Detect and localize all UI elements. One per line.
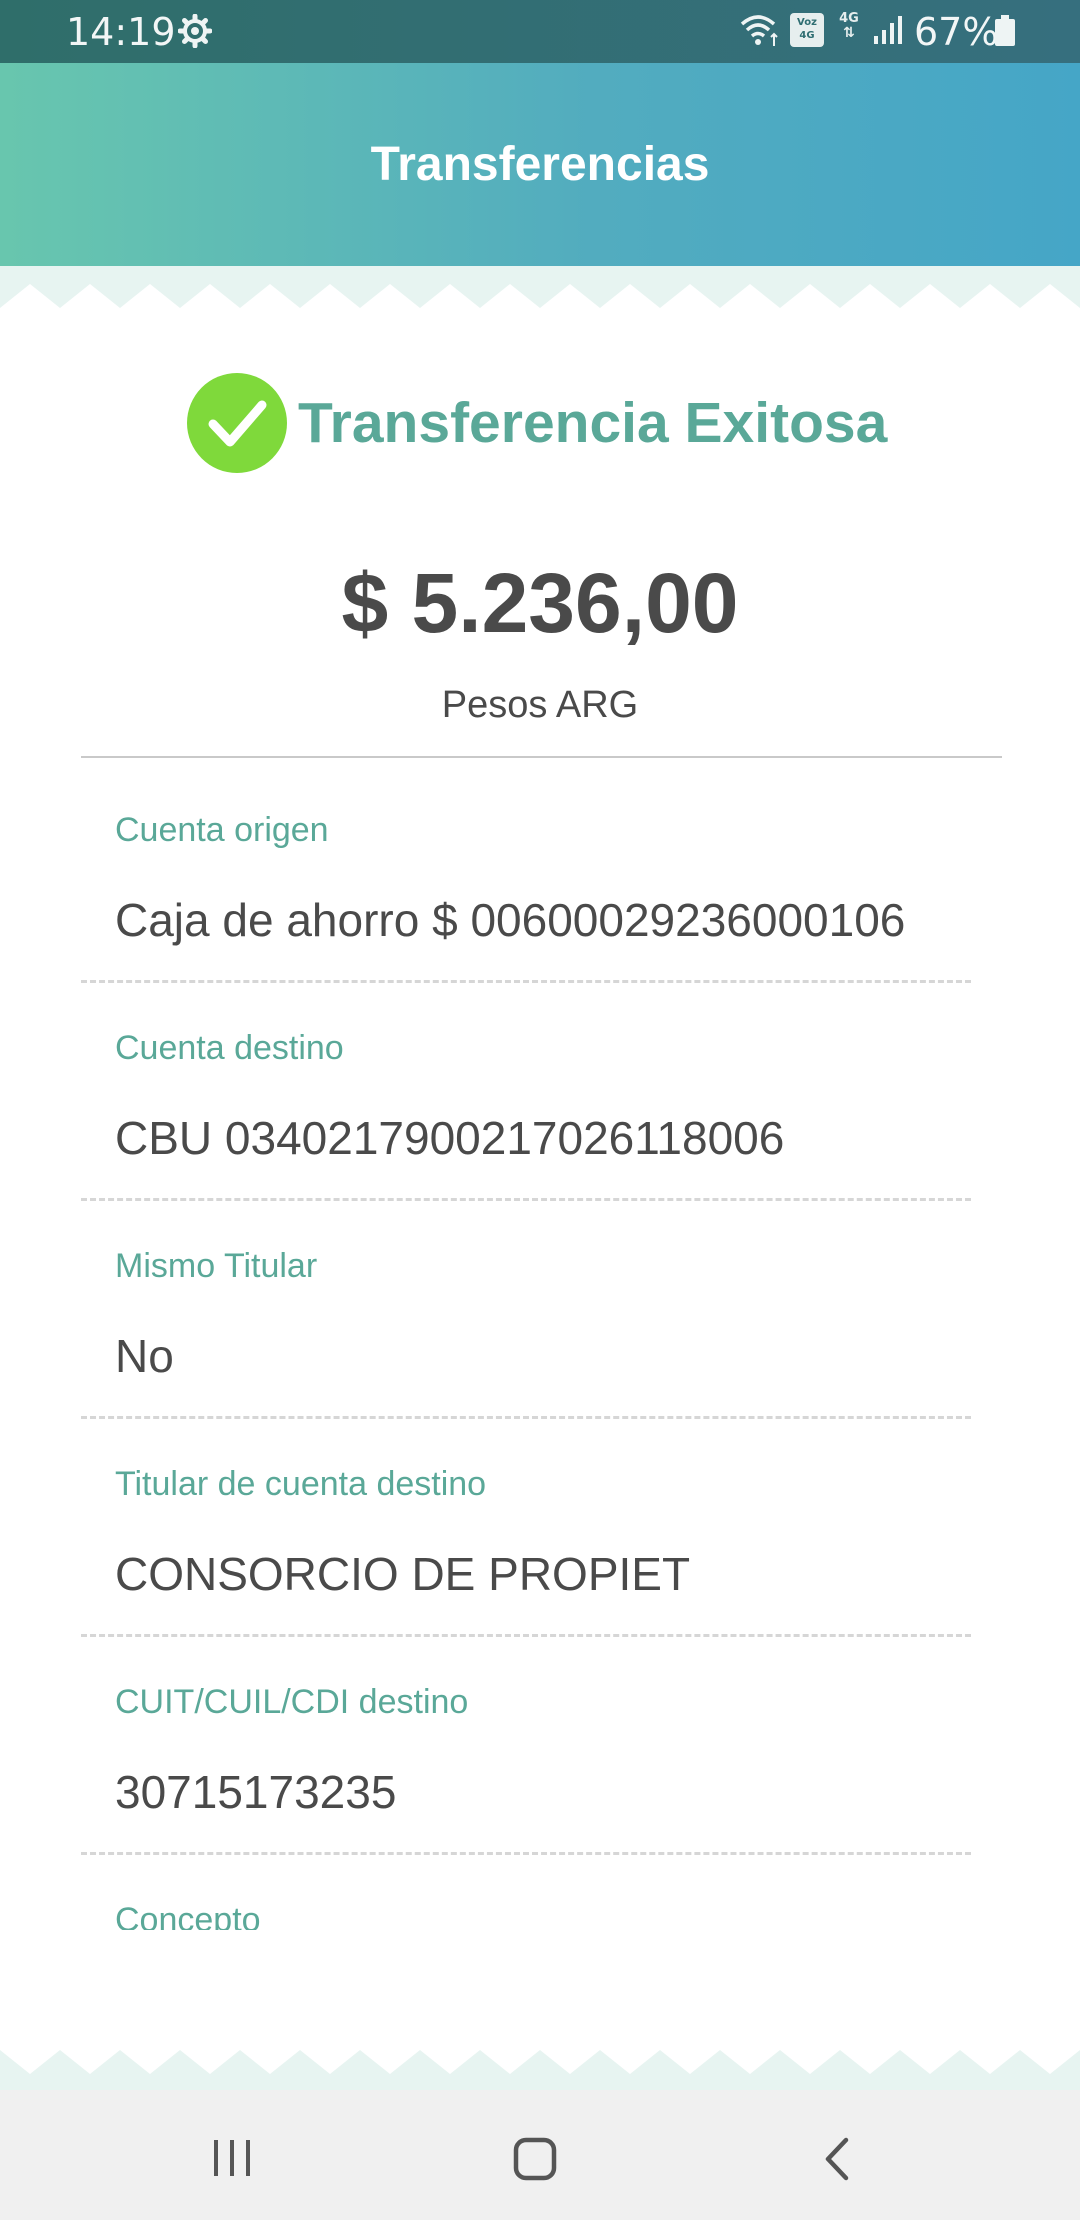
transfer-amount: $ 5.236,00 <box>341 556 739 650</box>
transfer-details: Cuenta origen Caja de ahorro $ 006000292… <box>0 758 1080 1930</box>
cell-signal-icon <box>874 16 902 44</box>
field-mismo-titular: Mismo Titular No <box>0 1194 1080 1419</box>
wifi-icon <box>740 15 778 46</box>
status-bar: 14:19 Voz 4G 4G ⇅ 67% <box>0 0 1080 63</box>
back-button[interactable] <box>820 2136 854 2182</box>
page-title: Transferencias <box>370 138 710 191</box>
volte-icon: Voz 4G <box>790 13 824 47</box>
battery-icon <box>995 15 1015 46</box>
field-value: Caja de ahorro $ 00600029236000106 <box>115 894 906 946</box>
field-value: CONSORCIO DE PROPIET <box>115 1548 691 1600</box>
check-circle-icon <box>187 373 287 473</box>
field-cuenta-origen: Cuenta origen Caja de ahorro $ 006000292… <box>0 758 1080 983</box>
currency-label: Pesos ARG <box>441 684 639 726</box>
settings-gear-icon <box>178 14 212 48</box>
receipt-bottom-edge <box>0 2030 1080 2094</box>
field-titular-destino: Titular de cuenta destino CONSORCIO DE P… <box>0 1412 1080 1637</box>
recents-button[interactable] <box>210 2138 254 2178</box>
field-label: Titular de cuenta destino <box>115 1465 487 1503</box>
network-type-label: 4G <box>839 11 859 26</box>
field-value: No <box>115 1330 174 1382</box>
field-value: 30715173235 <box>115 1766 397 1818</box>
field-label: Concepto <box>115 1901 261 1930</box>
field-label: Cuenta destino <box>115 1029 344 1067</box>
battery-percent: 67% <box>914 10 999 54</box>
field-label: CUIT/CUIL/CDI destino <box>115 1683 469 1721</box>
field-cuit-destino: CUIT/CUIL/CDI destino 30715173235 <box>0 1630 1080 1855</box>
home-button[interactable] <box>512 2136 558 2182</box>
field-concepto: Concepto <box>0 1848 1080 1930</box>
field-label: Mismo Titular <box>115 1247 318 1285</box>
success-message: Transferencia Exitosa <box>298 391 888 455</box>
status-time: 14:19 <box>66 10 176 54</box>
network-type-icon: 4G ⇅ <box>839 11 859 41</box>
field-label: Cuenta origen <box>115 811 329 849</box>
field-cuenta-destino: Cuenta destino CBU 034021790021702611800… <box>0 976 1080 1201</box>
field-value: CBU 0340217900217026118006 <box>115 1112 785 1164</box>
